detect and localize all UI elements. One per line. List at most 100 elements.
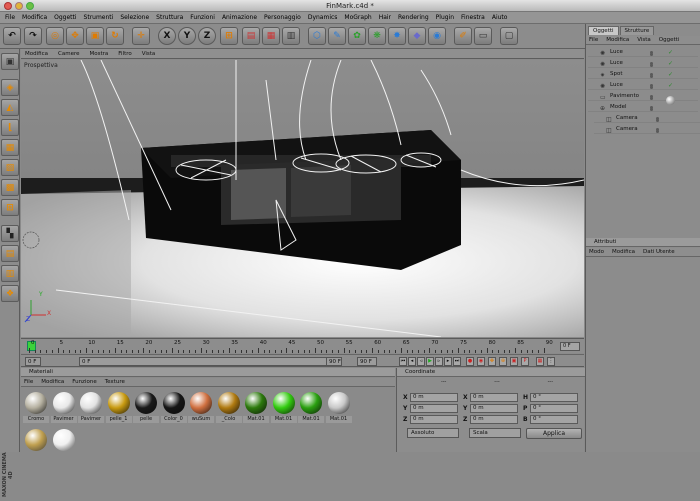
- position-x-field[interactable]: 0 m: [410, 393, 458, 402]
- coordinate-mode-select[interactable]: Assoluto: [407, 428, 459, 438]
- viewport-menu-vista[interactable]: Vista: [138, 51, 162, 57]
- menu-mograph[interactable]: MoGraph: [342, 14, 376, 21]
- menu-oggetti[interactable]: Oggetti: [52, 14, 81, 21]
- undo-icon[interactable]: ↶: [3, 27, 21, 45]
- rotation-b-field[interactable]: 0 °: [530, 415, 578, 424]
- object-menu-vista[interactable]: Vista: [634, 37, 656, 43]
- visibility-render-dot[interactable]: [650, 86, 653, 89]
- tab-structure[interactable]: Strutture: [619, 26, 655, 35]
- object-row[interactable]: ✺ Luce ✓: [588, 81, 698, 90]
- visibility-render-dot[interactable]: [656, 130, 659, 133]
- material-swatch[interactable]: pelle: [133, 391, 159, 428]
- texture-mode-icon[interactable]: ▨: [1, 159, 19, 176]
- move-tool-icon[interactable]: ✥: [66, 27, 84, 45]
- menu-plugin[interactable]: Plugin: [434, 14, 459, 21]
- material-swatch[interactable]: Pavimer: [50, 391, 77, 428]
- material-swatch[interactable]: wuSum: [188, 391, 214, 428]
- enabled-check-icon[interactable]: ✓: [668, 59, 673, 68]
- position-z-field[interactable]: 0 m: [410, 415, 458, 424]
- checker-icon[interactable]: ▚: [1, 225, 19, 242]
- start-frame-field[interactable]: 0 F: [25, 357, 41, 366]
- go-to-start-icon[interactable]: ⏮: [399, 357, 407, 366]
- material-swatch[interactable]: Pavimer: [78, 391, 104, 428]
- use-model-mode-icon[interactable]: ▣: [1, 53, 19, 70]
- material-swatch[interactable]: Color_0: [160, 391, 187, 428]
- material-swatch[interactable]: [51, 428, 77, 452]
- object-menu-modifica[interactable]: Modifica: [603, 37, 634, 43]
- rotation-h-field[interactable]: 0 °: [530, 393, 578, 402]
- attributes-menu-modifica[interactable]: Modifica: [609, 249, 640, 255]
- material-swatch[interactable]: pelle_1: [105, 391, 132, 428]
- material-swatch[interactable]: Mat.01: [298, 391, 324, 428]
- material-swatch[interactable]: [23, 428, 49, 452]
- max-frame-field[interactable]: 90 F: [357, 357, 377, 366]
- visibility-render-dot[interactable]: [650, 64, 653, 67]
- enabled-check-icon[interactable]: ✓: [668, 70, 673, 79]
- menu-file[interactable]: File: [3, 14, 20, 21]
- key-rotation-icon[interactable]: P: [521, 357, 529, 366]
- scale-tool-icon[interactable]: ▣: [86, 27, 104, 45]
- timeline-ruler[interactable]: 0 F 0 5 10 15 20 25 30 35 40 45 50 55 60 65 70 75 80 85 90: [21, 338, 584, 353]
- render-settings-icon[interactable]: ▥: [282, 27, 300, 45]
- menu-hair[interactable]: Hair: [377, 14, 396, 21]
- end-frame-field[interactable]: 90 F: [326, 357, 342, 366]
- cube-primitive-icon[interactable]: ⬡: [308, 27, 326, 45]
- scene-icon[interactable]: ◆: [408, 27, 426, 45]
- previous-key-icon[interactable]: ◂: [408, 357, 416, 366]
- object-row[interactable]: ◫ Camera: [594, 114, 700, 123]
- menu-animazione[interactable]: Animazione: [220, 14, 262, 21]
- live-selection-icon[interactable]: ◎: [46, 27, 64, 45]
- visibility-render-dot[interactable]: [650, 108, 653, 111]
- menu-modifica[interactable]: Modifica: [20, 14, 52, 21]
- record-keys-icon[interactable]: ●: [466, 357, 474, 366]
- visibility-render-dot[interactable]: [656, 119, 659, 122]
- menu-funzioni[interactable]: Funzioni: [188, 14, 220, 21]
- materials-menu-texture[interactable]: Texture: [102, 379, 130, 385]
- scale-mode-select[interactable]: Scala: [469, 428, 521, 438]
- object-row[interactable]: ✷ Spot ✓: [588, 70, 698, 79]
- material-swatch[interactable]: Mat.01: [325, 391, 352, 428]
- nurbs-icon[interactable]: ✿: [348, 27, 366, 45]
- fullscreen-icon[interactable]: ▢: [500, 27, 518, 45]
- menu-struttura[interactable]: Struttura: [154, 14, 188, 21]
- menu-selezione[interactable]: Selezione: [118, 14, 154, 21]
- camera-icon[interactable]: ◉: [428, 27, 446, 45]
- size-y-field[interactable]: 0 m: [470, 404, 518, 413]
- spline-pen-icon[interactable]: ✎: [328, 27, 346, 45]
- menu-personaggio[interactable]: Personaggio: [262, 14, 306, 21]
- object-row[interactable]: ✺ Luce ✓: [588, 59, 698, 68]
- material-swatch[interactable]: _Colo: [215, 391, 242, 428]
- object-menu-oggetti[interactable]: Oggetti: [656, 37, 685, 43]
- current-frame-field[interactable]: 0 F: [79, 357, 329, 366]
- enabled-check-icon[interactable]: ✓: [668, 81, 673, 90]
- material-swatch[interactable]: Mat.01: [243, 391, 269, 428]
- deformer-icon[interactable]: ✸: [388, 27, 406, 45]
- apply-button[interactable]: Applica: [526, 428, 582, 439]
- tag-tool-icon[interactable]: ✐: [454, 27, 472, 45]
- tab-objects[interactable]: Oggetti: [588, 26, 619, 35]
- position-y-field[interactable]: 0 m: [410, 404, 458, 413]
- edges-mode-icon[interactable]: ⌊: [1, 119, 19, 136]
- floor-material-tag[interactable]: [666, 96, 675, 105]
- enabled-check-icon[interactable]: ✓: [668, 48, 673, 57]
- next-frame-icon[interactable]: ▹: [435, 357, 443, 366]
- sculpt-icon[interactable]: ❖: [1, 285, 19, 302]
- visibility-render-dot[interactable]: [650, 97, 653, 100]
- key-scale-icon[interactable]: ▣: [510, 357, 518, 366]
- go-to-end-icon[interactable]: ⏭: [453, 357, 461, 366]
- key-point-level-icon[interactable]: ⋮: [547, 357, 555, 366]
- rotation-p-field[interactable]: 0 °: [530, 404, 578, 413]
- polygons-mode-icon[interactable]: ▦: [1, 139, 19, 156]
- play-icon[interactable]: ▶: [426, 357, 434, 366]
- render-view-icon[interactable]: ▤: [242, 27, 260, 45]
- render-picture-viewer-icon[interactable]: ▦: [262, 27, 280, 45]
- key-position-icon[interactable]: ⊕: [499, 357, 507, 366]
- viewport-menu-camere[interactable]: Camere: [54, 51, 85, 57]
- previous-frame-icon[interactable]: ◃: [417, 357, 425, 366]
- snap-icon[interactable]: ▥: [1, 265, 19, 282]
- viewport-menu-mostra[interactable]: Mostra: [85, 51, 114, 57]
- menu-dynamics[interactable]: Dynamics: [306, 14, 343, 21]
- layout-icon[interactable]: ▭: [474, 27, 492, 45]
- animation-mode-icon[interactable]: ⊞: [1, 199, 19, 216]
- array-icon[interactable]: ❋: [368, 27, 386, 45]
